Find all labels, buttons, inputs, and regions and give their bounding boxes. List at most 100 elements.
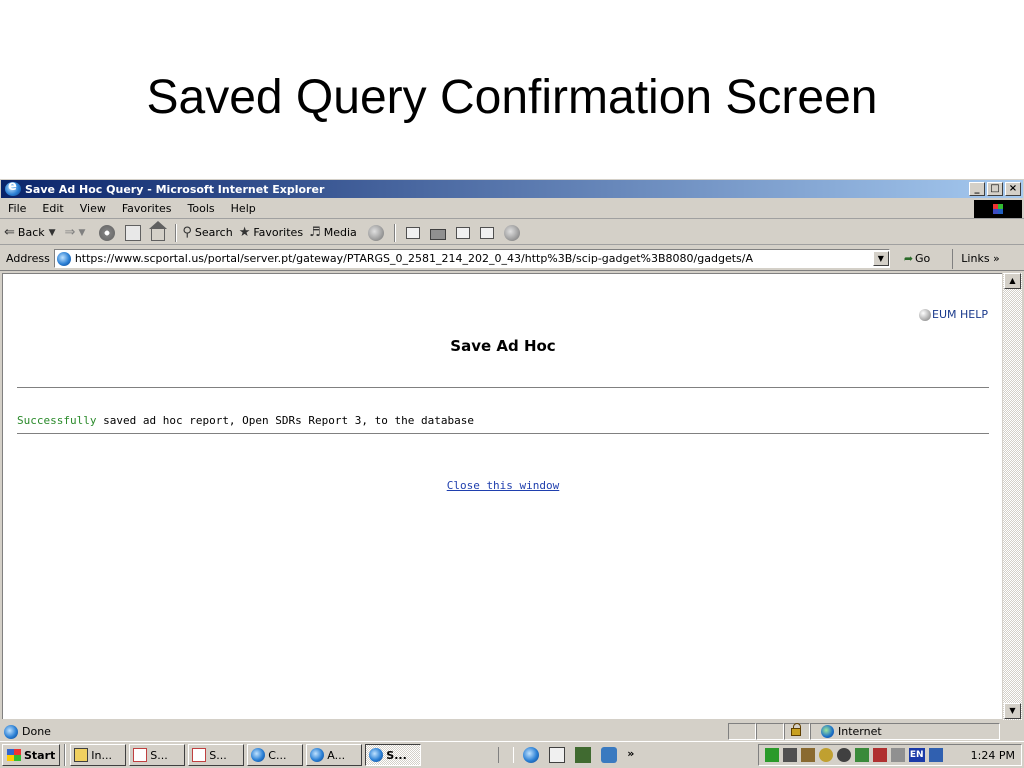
success-status-text: Successfully [17,414,97,427]
close-window-link-text[interactable]: Close this window [447,479,560,492]
go-button[interactable]: ➦ Go [904,252,930,265]
close-button[interactable]: × [1005,182,1021,196]
media-button[interactable]: ♬ Media [309,225,357,240]
history-icon[interactable] [367,224,384,241]
help-link[interactable]: EUM HELP [919,308,988,321]
presentation-icon [133,748,148,762]
page-content: EUM HELP Save Ad Hoc Successfully saved … [2,273,1002,719]
media-label: Media [323,226,357,239]
windows-flag-icon [7,749,21,761]
print-icon[interactable] [429,228,446,240]
links-button[interactable]: Links » [952,248,1000,269]
address-dropdown-icon[interactable]: ▼ [872,251,889,266]
back-button[interactable]: ⇐ Back ▼ [4,225,59,240]
browser-window: Save Ad Hoc Query - Microsoft Internet E… [0,178,1024,768]
windows-logo-icon [974,200,1022,218]
tray-icon[interactable] [872,748,887,762]
title-bar[interactable]: Save Ad Hoc Query - Microsoft Internet E… [1,179,1023,198]
page-icon [56,251,71,266]
taskbar-separator [498,747,515,763]
internet-explorer-icon[interactable] [523,747,540,763]
network-icon[interactable] [890,748,905,762]
internet-explorer-icon [310,748,325,762]
messenger-icon[interactable] [503,224,520,241]
address-bar: Address https://www.scportal.us/portal/s… [0,247,1024,271]
address-label: Address [6,252,50,265]
menu-bar: File Edit View Favorites Tools Help [0,199,1024,219]
tray-icon[interactable] [928,748,943,762]
search-button[interactable]: ⚲ Search [182,225,232,240]
taskbar-item-label: C... [268,748,287,762]
volume-icon[interactable] [782,748,797,762]
forward-arrow-icon: ⇒ [64,225,76,240]
toolbar-separator [175,223,178,242]
home-icon[interactable] [149,220,168,241]
favorites-icon: ★ [238,225,251,240]
app-icon[interactable] [575,747,592,763]
taskbar-item[interactable]: A... [306,744,363,766]
mail-icon[interactable] [405,226,420,239]
refresh-icon[interactable] [125,224,142,241]
back-label: Back [17,226,45,239]
scroll-up-button[interactable]: ▲ [1004,273,1021,289]
page-status-icon [4,724,18,739]
desktop-icon[interactable] [549,747,566,763]
edit-icon[interactable] [455,226,470,239]
tray-icon[interactable] [854,748,869,762]
more-chevron-icon[interactable]: » [627,747,637,763]
menu-file[interactable]: File [0,202,34,215]
system-tray: EN 1:24 PM [757,744,1022,766]
taskbar-item-label: S... [150,748,168,762]
menu-tools[interactable]: Tools [180,202,223,215]
page-heading: Save Ad Hoc [450,337,556,355]
taskbar-separator [64,744,67,766]
chevron-down-icon: ▼ [78,227,86,238]
back-arrow-icon: ⇐ [4,225,15,240]
taskbar-item-label: S... [386,748,407,762]
menu-favorites[interactable]: Favorites [114,202,180,215]
tray-icon[interactable] [836,748,851,762]
start-button[interactable]: Start [2,744,61,766]
minimize-button[interactable]: _ [969,182,985,196]
forward-button[interactable]: ⇒ ▼ [65,225,89,240]
taskbar-item[interactable]: C... [247,744,304,766]
url-text[interactable]: https://www.scportal.us/portal/server.pt… [75,252,873,265]
discuss-icon[interactable] [479,226,494,239]
scroll-down-button[interactable]: ▼ [1004,703,1021,719]
help-label: EUM HELP [932,308,988,321]
help-icon [919,308,932,321]
status-pane [728,723,756,740]
internet-zone-icon [821,725,834,738]
favorites-button[interactable]: ★ Favorites [239,225,303,240]
close-window-link: Close this window [3,479,1003,492]
internet-explorer-icon [251,748,266,762]
tray-icon[interactable] [764,748,779,762]
clock[interactable]: 1:24 PM [971,749,1015,762]
taskbar-item[interactable]: In... [70,744,127,766]
stop-icon[interactable] [99,224,116,241]
outlook-icon[interactable] [601,747,618,763]
vertical-scrollbar[interactable] [1003,273,1022,720]
menu-edit[interactable]: Edit [34,202,71,215]
taskbar-item-label: S... [209,748,227,762]
media-icon: ♬ [309,225,321,240]
slide-title: Saved Query Confirmation Screen [146,71,878,124]
divider-bottom [17,433,989,434]
taskbar-item-active[interactable]: S... [365,744,422,766]
zone-label: Internet [838,725,882,738]
quick-launch: » [494,747,642,763]
confirmation-detail: saved ad hoc report, Open SDRs Report 3,… [96,414,474,427]
security-pane [784,723,810,740]
internet-explorer-icon [369,748,384,762]
tray-icon[interactable] [818,748,833,762]
menu-help[interactable]: Help [223,202,264,215]
language-indicator[interactable]: EN [908,748,925,762]
tray-icon[interactable] [800,748,815,762]
address-input[interactable]: https://www.scportal.us/portal/server.pt… [53,249,890,268]
taskbar-item[interactable]: S... [188,744,245,766]
maximize-button[interactable]: □ [987,182,1003,196]
internet-explorer-icon[interactable] [5,179,21,196]
search-icon: ⚲ [182,225,192,240]
menu-view[interactable]: View [72,202,114,215]
taskbar-item[interactable]: S... [129,744,186,766]
